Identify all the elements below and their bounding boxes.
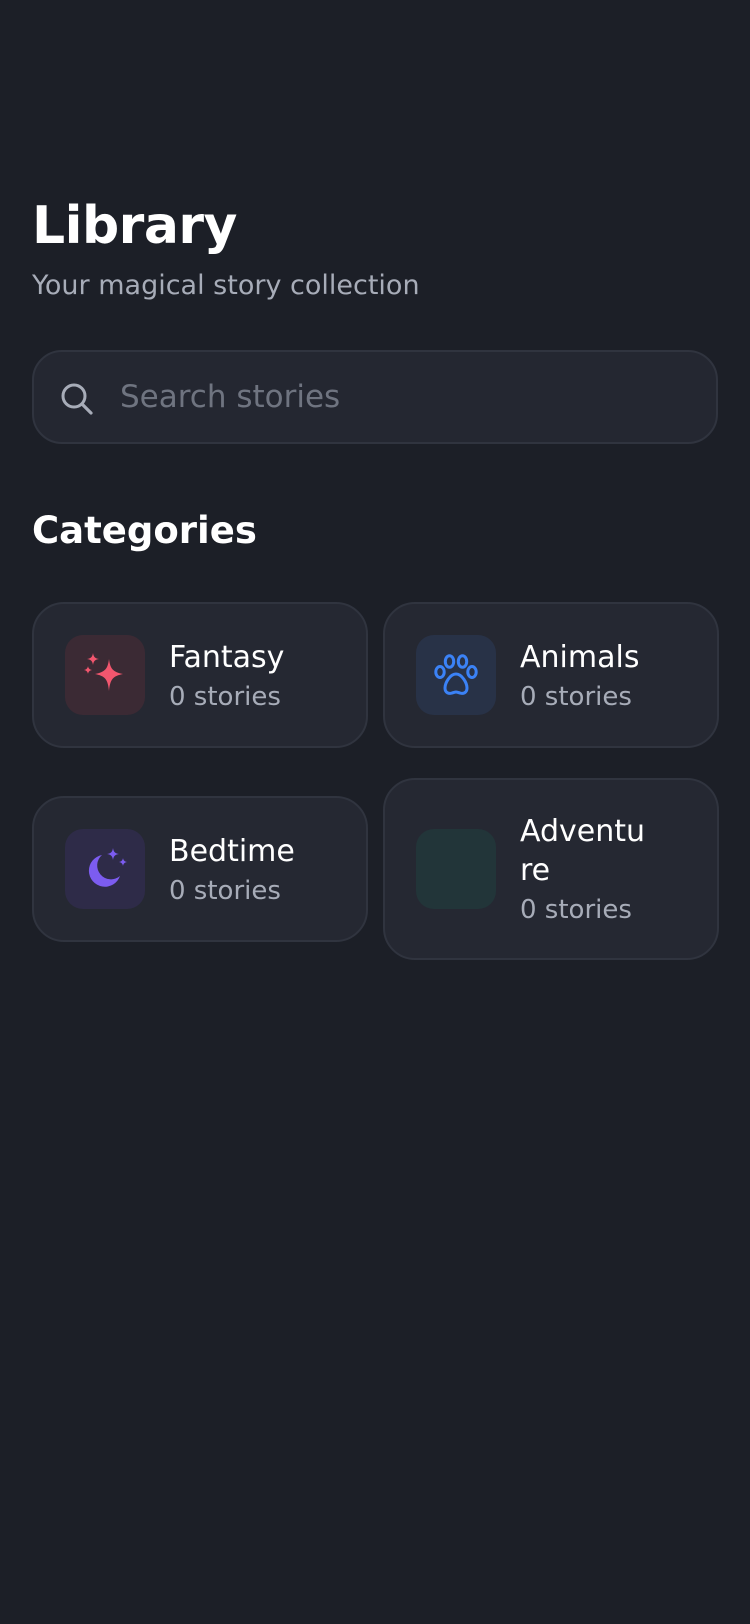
category-count: 0 stories — [520, 895, 632, 925]
category-count: 0 stories — [520, 682, 632, 712]
category-count: 0 stories — [169, 682, 281, 712]
moon-stars-icon — [65, 829, 145, 909]
category-name: Animals — [520, 640, 640, 675]
category-name: Bedtime — [169, 834, 295, 869]
page-subtitle: Your magical story collection — [32, 270, 420, 301]
adventure-icon — [416, 829, 496, 909]
category-name: Fantasy — [169, 640, 285, 675]
search-input[interactable] — [120, 370, 680, 424]
categories-heading: Categories — [32, 509, 257, 552]
category-name: Adventure — [520, 814, 646, 888]
category-card-fantasy[interactable]: Fantasy 0 stories — [32, 602, 368, 748]
search-bar[interactable] — [32, 350, 718, 444]
category-card-animals[interactable]: Animals 0 stories — [383, 602, 719, 748]
category-count: 0 stories — [169, 876, 281, 906]
category-card-bedtime[interactable]: Bedtime 0 stories — [32, 796, 368, 942]
sparkles-icon — [65, 635, 145, 715]
page-title: Library — [32, 196, 237, 256]
search-icon — [60, 382, 94, 416]
category-card-adventure[interactable]: Adventure 0 stories — [383, 778, 719, 960]
paw-icon — [416, 635, 496, 715]
